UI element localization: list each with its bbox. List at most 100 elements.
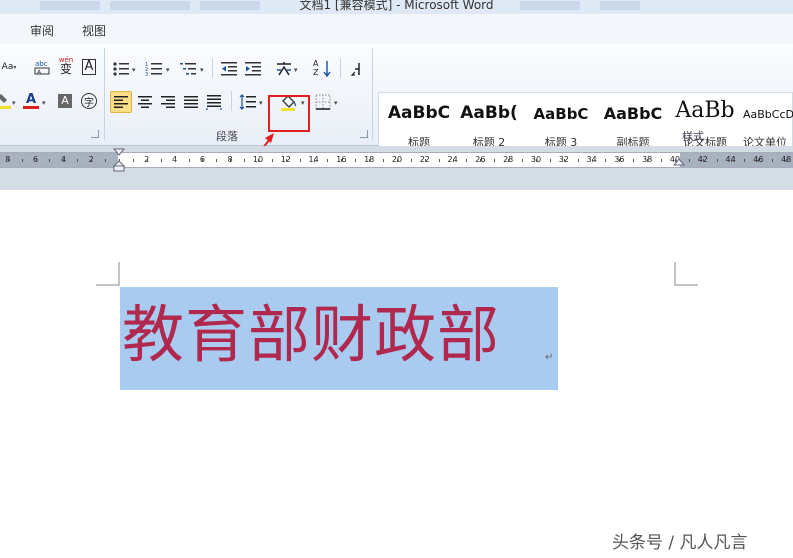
phonetic-guide-button[interactable]: wén 变	[55, 54, 77, 76]
abc-icon: abc A	[34, 60, 50, 76]
align-center-button[interactable]	[134, 91, 156, 113]
ruler-tick	[619, 159, 620, 162]
ruler-tick	[480, 159, 481, 162]
style-heading-3[interactable]: AaBbC 标题 3	[527, 93, 595, 153]
ruler-tick	[744, 159, 745, 162]
styles-group-label: 样式	[682, 130, 704, 143]
ruler-tick	[22, 159, 23, 162]
ruler-tick	[453, 159, 454, 162]
watermark: 头条号 / 凡人凡言	[612, 533, 748, 553]
chinese-layout-button[interactable]	[273, 58, 295, 80]
highlight-dropdown-icon[interactable]: ▾	[12, 99, 16, 107]
ruler-tick	[175, 159, 176, 162]
change-case-button[interactable]: Aa ▾	[0, 56, 20, 78]
sort-button[interactable]: A Z	[312, 58, 334, 80]
ruler-tick	[758, 159, 759, 162]
ruler-tick	[439, 159, 440, 162]
ruler-tick	[717, 159, 718, 162]
ruler-tick	[272, 159, 273, 162]
increase-indent-button[interactable]	[242, 58, 264, 80]
ruler-tick	[300, 159, 301, 162]
character-border-button[interactable]: A	[78, 56, 100, 78]
ruler-tick	[77, 159, 78, 162]
phonetic-abc-button[interactable]: abc A	[32, 56, 54, 78]
group-separator	[104, 48, 105, 140]
multilevel-dropdown-icon[interactable]: ▾	[200, 66, 204, 74]
style-paper-title[interactable]: AaBb 论文标题	[671, 93, 739, 153]
ruler-tick	[564, 159, 565, 162]
ruler-tick	[772, 159, 773, 162]
ruler-tick	[703, 159, 704, 162]
paragraph-dialog-launcher-icon[interactable]	[360, 130, 368, 138]
decrease-indent-button[interactable]	[218, 58, 240, 80]
ruler-tick	[411, 159, 412, 162]
ruler-area: 8642246810121416182022242628303234363840…	[0, 146, 793, 190]
numbering-button[interactable]: 1 2 3	[143, 58, 165, 80]
svg-text:A: A	[37, 69, 42, 76]
style-heading[interactable]: AaBbC 标题	[383, 93, 455, 153]
ruler-left-margin	[0, 153, 118, 167]
borders-dropdown-icon[interactable]: ▾	[334, 99, 338, 107]
ruler-tick	[189, 159, 190, 162]
group-separator	[372, 48, 373, 140]
align-left-icon	[114, 96, 128, 108]
multilevel-list-button[interactable]	[177, 58, 199, 80]
indent-marker-icon[interactable]	[113, 148, 125, 172]
font-dialog-launcher-icon[interactable]	[91, 130, 99, 138]
button-separator	[231, 91, 232, 111]
character-shading-button[interactable]: A	[54, 90, 76, 112]
numbered-list-icon: 1 2 3	[145, 62, 162, 77]
ruler-tick	[633, 159, 634, 162]
paragraph-mark-icon	[350, 63, 360, 76]
ruler-tick	[258, 159, 259, 162]
styles-gallery: AaBbC 标题 AaBb( 标题 2 AaBbC 标题 3 AaBbC 副标题…	[378, 92, 793, 154]
ribbon: Aa ▾ abc A wén 变 A ▾ A ▾ A 字 ▾ 1 2 3 ▾ ▾…	[0, 44, 793, 169]
tab-review[interactable]: 审阅	[30, 22, 54, 39]
button-separator	[212, 58, 213, 78]
window-title: 文档1 [兼容模式] - Microsoft Word	[299, 0, 494, 12]
distributed-button[interactable]	[203, 91, 225, 113]
paragraph-group-label: 段落	[216, 130, 238, 143]
svg-text:3: 3	[145, 72, 148, 77]
align-left-button[interactable]	[110, 91, 132, 113]
ruler-tick	[731, 159, 732, 162]
align-right-icon	[161, 96, 175, 108]
ruler-tick	[36, 159, 37, 162]
crop-mark-top-right-icon	[674, 262, 698, 286]
ruler-tick	[466, 159, 467, 162]
ruler-tick	[341, 159, 342, 162]
style-heading-2[interactable]: AaBb( 标题 2	[455, 93, 523, 153]
borders-button[interactable]	[312, 91, 334, 113]
ruler-tick	[661, 159, 662, 162]
line-spacing-button[interactable]	[237, 91, 259, 113]
ruler-tick	[161, 159, 162, 162]
bullets-dropdown-icon[interactable]: ▾	[132, 66, 136, 74]
document-text[interactable]: 教育部财政部	[122, 298, 500, 372]
paragraph-mark: ↵	[545, 352, 554, 363]
font-color-button[interactable]: A	[20, 90, 42, 112]
line-spacing-dropdown-icon[interactable]: ▾	[259, 99, 263, 107]
show-marks-button[interactable]	[346, 58, 368, 80]
ruler-tick	[91, 159, 92, 162]
numbering-dropdown-icon[interactable]: ▾	[166, 66, 170, 74]
ruler-tick	[202, 159, 203, 162]
chinese-layout-icon	[277, 62, 291, 76]
crop-mark-top-left-icon	[96, 262, 120, 286]
justify-icon	[184, 96, 198, 108]
align-right-button[interactable]	[157, 91, 179, 113]
chinese-layout-dropdown-icon[interactable]: ▾	[294, 66, 298, 74]
enclose-characters-button[interactable]: 字	[78, 90, 100, 112]
ruler-tick	[8, 159, 9, 162]
justify-button[interactable]	[180, 91, 202, 113]
style-subtitle[interactable]: AaBbC 副标题	[599, 93, 667, 153]
tab-view[interactable]: 视图	[82, 22, 106, 39]
ruler-tick	[49, 159, 50, 162]
right-indent-marker-icon[interactable]	[673, 158, 685, 170]
font-color-dropdown-icon[interactable]: ▾	[42, 99, 46, 107]
document-page[interactable]: 教育部财政部 ↵ 头条号 / 凡人凡言	[0, 190, 793, 558]
ruler-tick	[494, 159, 495, 162]
ruler-tick	[592, 159, 593, 162]
style-paper-unit[interactable]: AaBbCcD 论文单位	[743, 93, 793, 153]
svg-text:abc: abc	[35, 60, 48, 68]
bullets-button[interactable]	[110, 58, 132, 80]
